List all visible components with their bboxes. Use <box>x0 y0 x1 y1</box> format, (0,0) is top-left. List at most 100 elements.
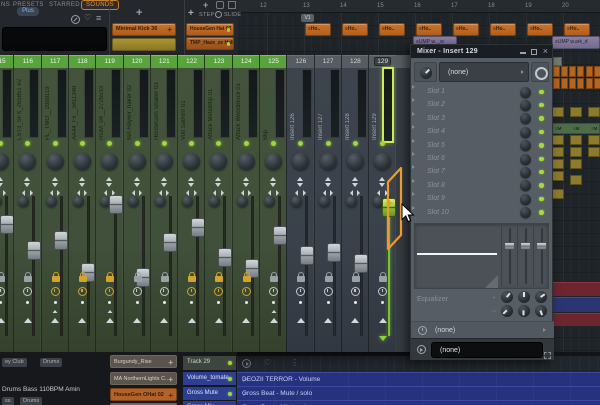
pattern-clip-hat[interactable]: ≡Ho.. <box>564 23 590 36</box>
eq-knob-freq-2[interactable] <box>518 305 530 317</box>
fader-handle[interactable] <box>218 248 232 267</box>
track-enable-dot[interactable] <box>228 361 232 365</box>
preview-play-icon[interactable] <box>242 359 251 368</box>
move-tool-icon[interactable]: + <box>203 0 208 10</box>
browser-sound-item[interactable]: Minimal Kick 36 + <box>112 23 176 36</box>
mixer-channel-125[interactable]: 125Blip <box>259 55 287 352</box>
pan-knob[interactable] <box>18 196 29 207</box>
channel-led[interactable] <box>326 141 331 146</box>
lock-icon[interactable] <box>325 276 333 282</box>
add-button[interactable]: + <box>188 9 194 19</box>
stereo-knob[interactable] <box>292 153 309 170</box>
pattern-clip-hat[interactable]: ≡Ho.. <box>416 23 442 36</box>
slot-mix-knob[interactable] <box>520 167 531 178</box>
plugin-display[interactable] <box>414 223 549 289</box>
lock-icon[interactable] <box>106 276 114 282</box>
stereo-knob[interactable] <box>47 153 64 170</box>
time-row[interactable]: (none) <box>411 321 554 338</box>
route-arrow[interactable] <box>133 318 141 323</box>
pan-knob[interactable] <box>346 196 357 207</box>
fx-slot-3[interactable]: Slot 3 <box>412 112 553 125</box>
move-cross-icon[interactable]: + <box>136 8 142 18</box>
route-arrow[interactable] <box>160 318 168 323</box>
eq-knob-freq-3[interactable] <box>535 305 547 317</box>
route-arrow[interactable] <box>106 318 114 323</box>
mixer-channel-126[interactable]: 126Insert 126 <box>286 55 314 352</box>
lock-icon[interactable] <box>24 276 32 282</box>
stereo-knob[interactable] <box>156 153 173 170</box>
mixer-channel-117[interactable]: 117PL_TMO__2089119 <box>41 55 69 352</box>
mixer-channel-116[interactable]: 116LST3_SFX_265851 #2 <box>13 55 41 352</box>
fader-track[interactable] <box>169 196 172 336</box>
clock-icon[interactable] <box>242 287 251 296</box>
route-arrow[interactable] <box>78 318 86 323</box>
pattern-block-orange[interactable] <box>569 78 576 89</box>
move-icon[interactable]: + <box>168 390 173 401</box>
slot-enable-led[interactable] <box>539 130 544 135</box>
pattern-row-blue[interactable] <box>552 297 600 312</box>
fx-slot-5[interactable]: Slot 5 <box>412 139 553 152</box>
menu-icon[interactable]: ≡ <box>96 14 101 22</box>
fx-knob-icon[interactable] <box>420 67 432 79</box>
pattern-clip-hat[interactable]: ≡Ho.. <box>490 23 516 36</box>
channel-led[interactable] <box>80 141 85 146</box>
slot-enable-led[interactable] <box>539 210 544 215</box>
mixer-channel-119[interactable]: 119RGM_04__2726533 <box>95 55 123 352</box>
fader-track[interactable] <box>142 196 145 336</box>
track-enable-dot[interactable] <box>228 377 232 381</box>
route-arrow[interactable] <box>215 318 223 323</box>
playlist-marker[interactable]: V1 <box>301 14 314 22</box>
lock-icon[interactable] <box>0 276 5 282</box>
add-icon[interactable]: + <box>167 26 172 34</box>
track-enable-dot[interactable] <box>228 392 232 396</box>
filter-circle-icon[interactable] <box>71 15 80 24</box>
pattern-block-olive[interactable] <box>570 107 582 117</box>
mixer-channel-120[interactable]: 120MA Haywir_haker 02 <box>123 55 151 352</box>
clock-icon[interactable] <box>105 287 114 296</box>
tag-chip[interactable]: Drums <box>40 358 62 367</box>
mixer-channel-128[interactable]: 128Insert 128 <box>341 55 369 352</box>
pattern-block-olive[interactable] <box>552 189 564 199</box>
fader-track[interactable] <box>60 196 63 336</box>
mixer-channel-123[interactable]: 123Attack MetalBlip 01 <box>204 55 232 352</box>
fx-slot-4[interactable]: Slot 4 <box>412 125 553 138</box>
pattern-block-olive[interactable] <box>552 171 564 181</box>
mixer-channel-118[interactable]: 118AA44_Fx__3411348 <box>68 55 96 352</box>
fx-slot-1[interactable]: Slot 1 <box>412 85 553 98</box>
channel-led[interactable] <box>189 141 194 146</box>
mini-clip[interactable] <box>553 57 562 66</box>
slot-enable-led[interactable] <box>539 183 544 188</box>
automation-lane[interactable]: ↗Gross Beat - Mute / solo <box>237 386 600 400</box>
channel-led[interactable] <box>271 141 276 146</box>
pattern-block-orange[interactable] <box>577 78 584 89</box>
heart-icon[interactable]: ♡ <box>84 14 91 22</box>
fx-slot-10[interactable]: Slot 10 <box>412 206 553 219</box>
output-selector[interactable]: (none) <box>431 342 543 358</box>
stereo-knob[interactable] <box>238 153 255 170</box>
stereo-knob[interactable] <box>0 153 9 170</box>
clock-icon[interactable] <box>324 287 333 296</box>
display-slider-3[interactable] <box>533 226 548 286</box>
fx-slot-2[interactable]: Slot 2 <box>412 98 553 111</box>
track-header[interactable]: Track 29 <box>183 356 236 370</box>
slider-handle[interactable] <box>520 242 531 250</box>
fx-slot-8[interactable]: Slot 8 <box>412 179 553 192</box>
pan-knob[interactable] <box>0 196 2 207</box>
channel-led[interactable] <box>135 141 140 146</box>
clock-icon[interactable] <box>296 287 305 296</box>
tab-ns[interactable]: NS <box>1 2 10 8</box>
pattern-block-olive[interactable] <box>588 107 600 117</box>
route-arrow[interactable] <box>24 318 32 323</box>
pattern-block-olive[interactable] <box>570 175 582 185</box>
automation-lane[interactable]: ↗DEOZII TERROR - Volume <box>237 372 600 386</box>
stereo-knob[interactable] <box>347 153 364 170</box>
pattern-block-orange[interactable] <box>561 66 568 77</box>
route-arrow[interactable] <box>297 318 305 323</box>
browser-sound-item[interactable]: TMP_Haze_ze Hall <box>186 37 234 50</box>
channel-led[interactable] <box>0 141 3 146</box>
channel-led[interactable] <box>162 141 167 146</box>
stereo-knob[interactable] <box>183 153 200 170</box>
pattern-block-orange[interactable] <box>569 66 576 77</box>
pattern-block-olive[interactable] <box>552 159 564 169</box>
fader-handle[interactable] <box>273 226 287 245</box>
